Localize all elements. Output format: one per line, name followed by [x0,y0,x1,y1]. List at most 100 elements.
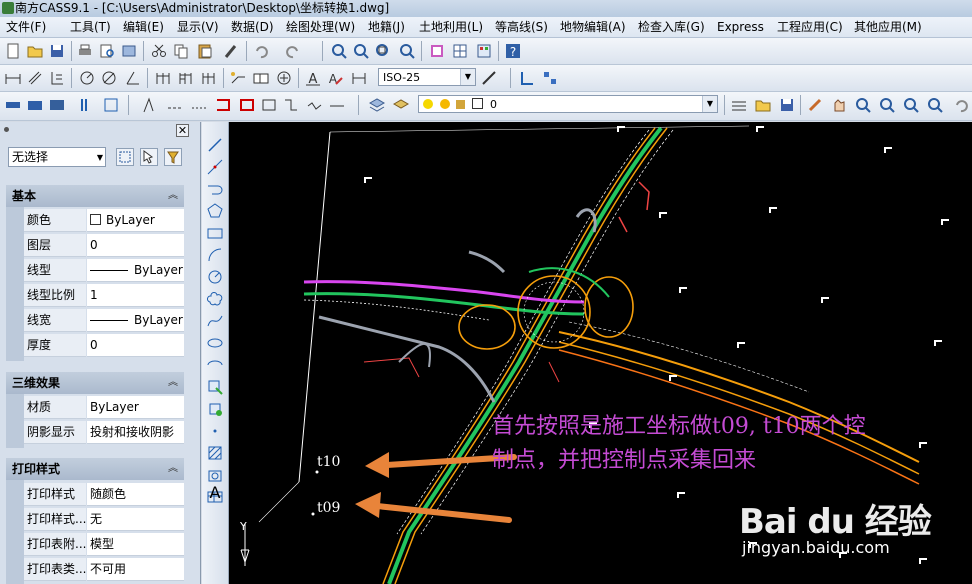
pan-hand-icon[interactable] [830,96,848,114]
cass-tool-2-icon[interactable] [26,96,44,114]
multiline-text-icon[interactable]: A [206,484,224,502]
polyline-icon[interactable] [206,180,224,198]
open-folder-icon[interactable] [26,42,44,60]
palette-grip[interactable] [4,127,9,132]
zoom-realtime-icon[interactable] [352,42,370,60]
zoom-out-icon[interactable] [878,96,896,114]
dimension-edit-icon[interactable]: A [304,69,322,87]
menu-file[interactable]: 文件(F) [4,18,48,36]
zoom-extents-icon[interactable] [902,96,920,114]
menu-express[interactable]: Express [715,18,766,36]
ellipse-arc-icon[interactable] [206,356,224,374]
quick-dimension-icon[interactable] [154,69,172,87]
menu-data[interactable]: 数据(D) [229,18,276,36]
linetype-icon[interactable] [730,96,748,114]
section-plot-style[interactable]: 打印样式 ︽ [6,458,184,480]
spline-icon[interactable] [206,312,224,330]
hatch-icon[interactable] [206,444,224,462]
ordinate-dimension-icon[interactable] [48,69,66,87]
construction-line-icon[interactable] [206,158,224,176]
zoom-window-icon[interactable] [374,42,392,60]
select-objects-icon[interactable] [140,148,158,166]
toggle-pickadd-icon[interactable] [116,148,134,166]
zoom-previous-icon[interactable] [398,42,416,60]
red-bracket-icon[interactable] [214,96,232,114]
pan-realtime-icon[interactable] [330,42,348,60]
help-icon[interactable]: ? [504,42,522,60]
prop-row-linetype[interactable]: 线型 ByLayer [24,259,184,283]
quick-select-icon[interactable] [164,148,182,166]
region-icon[interactable] [206,466,224,484]
rectangle-outline-icon[interactable] [260,96,278,114]
section-basic[interactable]: 基本 ︽ [6,185,184,207]
linear-dimension-icon[interactable] [4,69,22,87]
publish-icon[interactable] [120,42,138,60]
center-mark-icon[interactable] [275,69,293,87]
properties-icon[interactable] [428,42,446,60]
leader-icon[interactable] [229,69,247,87]
undo-2-icon[interactable] [952,96,970,114]
point-icon[interactable] [206,422,224,440]
arc-icon[interactable] [206,246,224,264]
menu-view[interactable]: 显示(V) [175,18,221,36]
cass-tool-1-icon[interactable] [4,96,22,114]
step-line-icon[interactable] [282,96,300,114]
zoom-window-2-icon[interactable] [926,96,944,114]
save-2-icon[interactable] [778,96,796,114]
insert-block-icon[interactable] [206,378,224,396]
zoom-in-icon[interactable] [854,96,872,114]
dimension-style-icon[interactable] [480,69,498,87]
make-block-icon[interactable] [206,400,224,418]
cass-tool-3-icon[interactable] [48,96,66,114]
close-icon[interactable]: ✕ [176,124,189,137]
angular-dimension-icon[interactable] [124,69,142,87]
continue-dimension-icon[interactable] [200,69,218,87]
red-bracket-2-icon[interactable] [238,96,256,114]
tolerance-icon[interactable] [252,69,270,87]
save-icon[interactable] [48,42,66,60]
paste-icon[interactable] [196,42,214,60]
revision-cloud-icon[interactable] [206,290,224,308]
copy-icon[interactable] [172,42,190,60]
ellipse-icon[interactable] [206,334,224,352]
pencil-icon[interactable] [806,96,824,114]
print-preview-icon[interactable] [98,42,116,60]
design-center-icon[interactable] [451,42,469,60]
ucs-named-icon[interactable] [541,69,559,87]
redo-icon[interactable] [284,42,302,60]
prop-row-plot-style[interactable]: 打印样式 随颜色 [24,483,184,507]
polyline-tool-icon[interactable] [142,96,160,114]
menu-tools[interactable]: 工具(T) [68,18,113,36]
menu-feature-edit[interactable]: 地物编辑(A) [558,18,628,36]
diameter-dimension-icon[interactable] [100,69,118,87]
menu-edit[interactable]: 编辑(E) [121,18,166,36]
section-3d-effects[interactable]: 三维效果 ︽ [6,372,184,394]
prop-row-lineweight[interactable]: 线宽 ByLayer [24,309,184,333]
undo-icon[interactable] [252,42,270,60]
aligned-dimension-icon[interactable] [26,69,44,87]
prop-row-color[interactable]: 颜色 ByLayer [24,209,184,233]
menu-other[interactable]: 其他应用(M) [852,18,924,36]
dash-line-icon[interactable] [166,96,184,114]
layer-manager-icon[interactable] [368,96,386,114]
prop-row-plot-type[interactable]: 打印表类... 不可用 [24,558,184,582]
prop-row-linetype-scale[interactable]: 线型比例 1 [24,284,184,308]
line-icon[interactable] [206,136,224,154]
radius-dimension-icon[interactable] [78,69,96,87]
prop-row-thickness[interactable]: 厚度 0 [24,334,184,358]
layer-state-icon[interactable] [392,96,410,114]
baseline-dimension-icon[interactable] [177,69,195,87]
polygon-icon[interactable] [206,202,224,220]
dimension-style-select[interactable]: ISO-25 ▼ [378,68,476,86]
dimension-text-edit-icon[interactable]: A [326,69,344,87]
rectangle-icon[interactable] [206,224,224,242]
dimension-update-icon[interactable] [350,69,368,87]
cut-icon[interactable] [150,42,168,60]
open-folder-2-icon[interactable] [754,96,772,114]
tool-palettes-icon[interactable] [475,42,493,60]
dash-line-2-icon[interactable] [190,96,208,114]
print-icon[interactable] [76,42,94,60]
menu-contour[interactable]: 等高线(S) [493,18,550,36]
new-file-icon[interactable] [4,42,22,60]
cass-tool-5-icon[interactable] [102,96,120,114]
